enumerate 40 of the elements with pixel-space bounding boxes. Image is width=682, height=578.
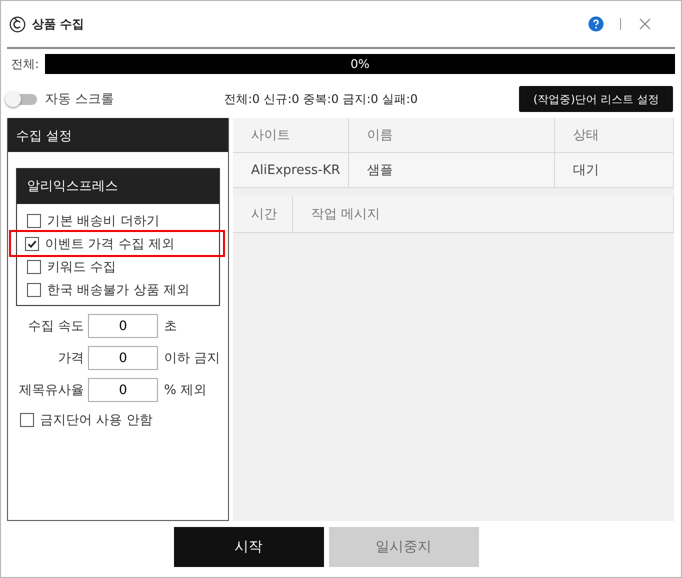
column-header: 상태: [572, 127, 600, 145]
group-header: 알리익스프레스: [17, 169, 219, 204]
table-cell: 샘플: [349, 153, 555, 187]
auto-scroll-toggle[interactable]: [7, 94, 37, 104]
column-header: 시간: [233, 196, 293, 232]
unit-label: 초: [164, 318, 177, 335]
table-cell-text: 대기: [572, 162, 600, 180]
unit-label: % 제외: [164, 382, 206, 399]
checkbox[interactable]: [20, 412, 34, 426]
auto-scroll-label: 자동 스크롤: [45, 91, 114, 108]
input-field[interactable]: 0: [88, 346, 158, 370]
option-label: 한국 배송불가 상품 제외: [47, 282, 190, 298]
table-cell: AliExpress-KR: [233, 153, 349, 187]
option-label: 키워드 수집: [47, 258, 116, 276]
checkbox[interactable]: [27, 282, 41, 296]
input-field[interactable]: 0: [88, 314, 158, 338]
unit-label: 이하 금지: [164, 350, 220, 367]
help-icon[interactable]: [588, 16, 604, 32]
start-button[interactable]: 시작: [174, 527, 324, 567]
column-header: 사이트: [233, 118, 349, 152]
option-label: 금지단어 사용 안함: [40, 412, 152, 428]
progress-label: 전체:: [11, 56, 40, 72]
field-label: 가격: [57, 350, 84, 367]
stats-text: 전체:0 신규:0 중복:0 금지:0 실패:0: [224, 90, 419, 108]
input-field[interactable]: 0: [88, 378, 158, 402]
column-header: 이름: [349, 118, 555, 152]
field-label: 제목유사율: [18, 382, 84, 399]
close-icon[interactable]: [639, 18, 651, 30]
checkbox[interactable]: [25, 236, 39, 250]
checkbox[interactable]: [27, 260, 41, 274]
window-title: 상품 수집: [32, 16, 84, 32]
checkbox[interactable]: [27, 214, 41, 228]
word-list-button[interactable]: (작업중)단어 리스트 설정: [519, 86, 673, 112]
progress-reading: 0%: [350, 57, 370, 71]
column-header: 작업 메시지: [310, 206, 382, 224]
field-label: 수집 속도: [26, 318, 84, 335]
option-label: 기본 배송비 더하기: [47, 212, 160, 230]
panel-header: 수집 설정: [8, 118, 228, 152]
app-logo-icon: [9, 16, 26, 32]
option-label: 이벤트 가격 수집 제외: [45, 236, 174, 252]
